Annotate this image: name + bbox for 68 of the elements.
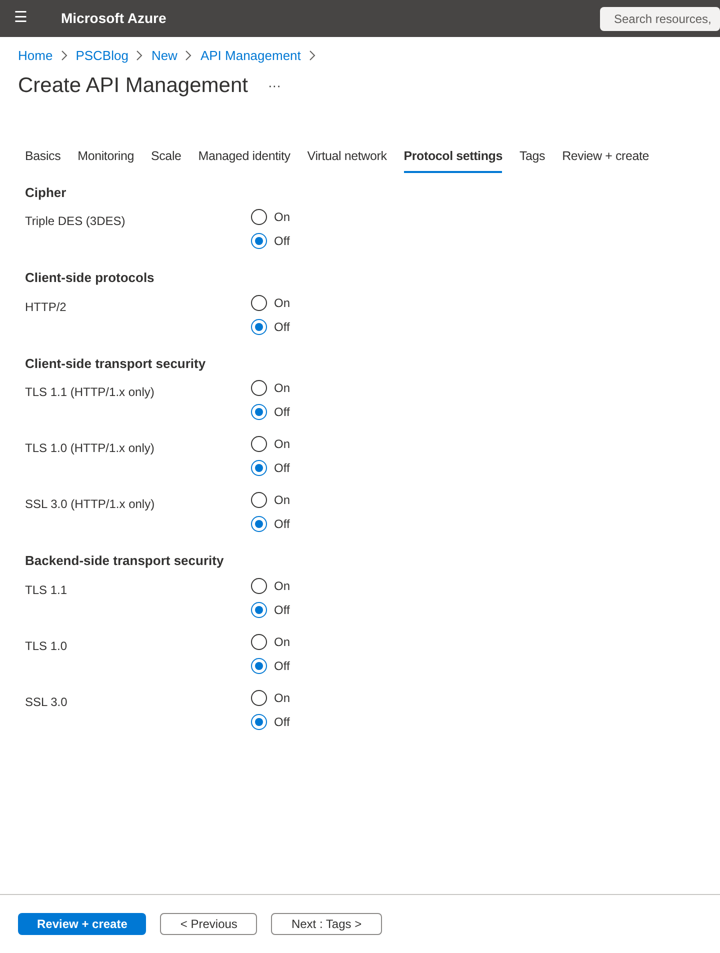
section-heading: Client-side protocols [25, 269, 156, 288]
review-create-button[interactable]: Review + create [18, 913, 146, 935]
radio-option[interactable]: On [251, 294, 290, 312]
navigation-button[interactable]: Next : Tags > [271, 913, 382, 935]
radio-icon[interactable] [251, 658, 267, 674]
chevron-right-icon [60, 50, 68, 62]
radio-icon[interactable] [251, 233, 267, 250]
tab[interactable]: Monitoring [78, 147, 134, 173]
setting-label: SSL 3.0 [25, 694, 68, 711]
setting-label: Triple DES (3DES) [25, 213, 126, 230]
radio-icon[interactable] [251, 516, 267, 532]
radio-option[interactable]: Off [251, 459, 290, 478]
radio-option[interactable]: On [251, 208, 290, 226]
radio-icon[interactable] [251, 492, 267, 508]
radio-option[interactable]: Off [251, 318, 290, 336]
radio-icon[interactable] [251, 578, 267, 594]
radio-option[interactable]: On [251, 435, 290, 454]
tab[interactable]: Scale [151, 147, 182, 173]
radio-option[interactable]: Off [251, 600, 290, 619]
menu-icon[interactable]: ☰ [14, 7, 30, 30]
tab[interactable]: Review + create [562, 147, 650, 173]
chevron-right-icon [136, 50, 144, 62]
brand-name[interactable]: Microsoft Azure [61, 8, 166, 29]
radio-option[interactable]: On [251, 632, 290, 651]
radio-option[interactable]: On [251, 379, 290, 398]
setting-label: TLS 1.0 [25, 638, 68, 655]
radio-option[interactable]: Off [251, 656, 290, 675]
tab[interactable]: Tags [519, 147, 546, 173]
radio-option[interactable]: On [251, 576, 290, 595]
radio-option[interactable]: Off [251, 403, 290, 422]
setting-label: HTTP/2 [25, 298, 68, 316]
radio-icon[interactable] [251, 209, 267, 226]
tab[interactable]: Virtual network [307, 147, 387, 173]
radio-icon[interactable] [251, 602, 267, 618]
radio-option[interactable]: On [251, 688, 290, 707]
navigation-button[interactable]: < Previous [160, 913, 258, 935]
radio-option[interactable]: On [251, 491, 290, 510]
section-heading: Cipher [25, 184, 68, 202]
section-heading: Client-side transport security [25, 354, 207, 373]
breadcrumb-link[interactable]: API Management [200, 46, 301, 66]
radio-option[interactable]: Off [251, 232, 290, 250]
radio-icon[interactable] [251, 460, 267, 476]
page-title: Create API Management [18, 72, 248, 98]
tab[interactable]: Protocol settings [404, 147, 502, 173]
setting-label: TLS 1.1 [25, 582, 68, 599]
setting-label: SSL 3.0 (HTTP/1.x only) [25, 496, 156, 514]
more-icon[interactable]: ··· [268, 76, 281, 95]
radio-option[interactable]: Off [251, 712, 290, 731]
chevron-right-icon [185, 50, 192, 62]
radio-icon[interactable] [251, 634, 267, 650]
radio-option[interactable]: Off [251, 515, 290, 534]
search-field[interactable]: Search resources, [600, 6, 720, 30]
radio-icon[interactable] [251, 690, 267, 706]
radio-icon[interactable] [251, 404, 267, 420]
radio-icon[interactable] [251, 380, 267, 396]
tab[interactable]: Managed identity [198, 147, 290, 173]
section-heading: Backend-side transport security [25, 552, 225, 570]
setting-label: TLS 1.0 (HTTP/1.x only) [25, 440, 156, 458]
tab[interactable]: Basics [25, 147, 61, 173]
chevron-right-icon [308, 50, 316, 62]
radio-icon[interactable] [251, 294, 267, 311]
radio-icon[interactable] [251, 714, 267, 730]
breadcrumb-link[interactable]: PSCBlog [76, 46, 128, 66]
radio-icon[interactable] [251, 436, 267, 452]
radio-icon[interactable] [251, 318, 267, 335]
setting-label: TLS 1.1 (HTTP/1.x only) [25, 384, 156, 402]
breadcrumb-link[interactable]: Home [18, 46, 53, 66]
breadcrumb-link[interactable]: New [151, 46, 178, 66]
